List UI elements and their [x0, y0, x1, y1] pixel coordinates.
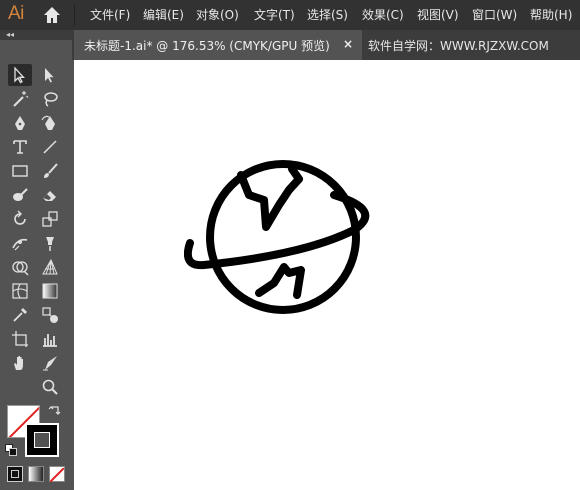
- eyedropper-tool-icon[interactable]: [8, 304, 32, 326]
- curvature-tool-icon[interactable]: [38, 112, 62, 134]
- menu-object[interactable]: 对象(O): [196, 6, 239, 23]
- graph-tool-icon[interactable]: [38, 328, 62, 350]
- gradient-tool-icon[interactable]: [38, 280, 62, 302]
- swap-fill-stroke-icon[interactable]: [48, 404, 62, 418]
- menu-type[interactable]: 文字(T): [254, 6, 295, 23]
- menu-bar: Ai 文件(F) 编辑(E) 对象(O) 文字(T) 选择(S) 效果(C) 视…: [0, 0, 580, 30]
- stroke-swatch-inner: [34, 432, 50, 448]
- perspective-grid-tool-icon[interactable]: [38, 256, 62, 278]
- mesh-tool-icon[interactable]: [8, 280, 32, 302]
- tab-close-icon[interactable]: ×: [343, 37, 353, 51]
- scale-tool-icon[interactable]: [38, 208, 62, 230]
- magic-wand-icon[interactable]: [8, 88, 32, 110]
- document-tab-active[interactable]: 未标题-1.ai* @ 176.53% (CMYK/GPU 预览): [74, 30, 362, 60]
- rectangle-tool-icon[interactable]: [8, 160, 32, 182]
- menu-help[interactable]: 帮助(H): [530, 6, 572, 23]
- home-icon[interactable]: [42, 5, 62, 25]
- lasso-tool-icon[interactable]: [38, 88, 62, 110]
- default-colors-icon[interactable]: [5, 444, 17, 456]
- artboard-canvas[interactable]: [74, 60, 580, 490]
- rotate-tool-icon[interactable]: [8, 208, 32, 230]
- artboard-tool-icon[interactable]: [8, 328, 32, 350]
- menu-file[interactable]: 文件(F): [90, 6, 130, 23]
- hand-tool-icon[interactable]: [8, 352, 32, 374]
- blend-tool-icon[interactable]: [38, 304, 62, 326]
- menu-divider: [74, 4, 75, 26]
- shape-builder-tool-icon[interactable]: [8, 256, 32, 278]
- none-mode-button[interactable]: [49, 466, 65, 483]
- color-mode-inner: [11, 470, 19, 478]
- line-segment-tool-icon[interactable]: [38, 136, 62, 158]
- pen-tool-icon[interactable]: [8, 112, 32, 134]
- selection-tool-icon[interactable]: [8, 64, 32, 86]
- planet-continent-bottom: [255, 263, 305, 299]
- toolbar-collapse-button[interactable]: ◂◂: [0, 30, 74, 40]
- app-logo: Ai: [8, 3, 24, 24]
- menu-view[interactable]: 视图(V): [417, 6, 459, 23]
- paintbrush-tool-icon[interactable]: [38, 160, 62, 182]
- zoom-tool-icon[interactable]: [38, 376, 62, 398]
- stroke-swatch[interactable]: [25, 423, 59, 457]
- width-tool-icon[interactable]: [8, 232, 32, 254]
- planet-continent-top: [237, 165, 303, 231]
- menu-effect[interactable]: 效果(C): [362, 6, 404, 23]
- direct-selection-tool-icon[interactable]: [38, 64, 62, 86]
- menu-select[interactable]: 选择(S): [307, 6, 348, 23]
- puppet-warp-tool-icon[interactable]: [38, 232, 62, 254]
- menu-window[interactable]: 窗口(W): [472, 6, 517, 23]
- gradient-mode-button[interactable]: [28, 466, 44, 482]
- planet-artwork[interactable]: [184, 155, 384, 320]
- type-tool-icon[interactable]: [8, 136, 32, 158]
- blob-brush-tool-icon[interactable]: [8, 184, 32, 206]
- document-tab-other[interactable]: 软件自学网：WWW.RJZXW.COM: [368, 37, 549, 54]
- menu-edit[interactable]: 编辑(E): [143, 6, 184, 23]
- eraser-tool-icon[interactable]: [38, 184, 62, 206]
- slice-tool-icon[interactable]: [38, 352, 62, 374]
- color-mode-button[interactable]: [7, 466, 23, 482]
